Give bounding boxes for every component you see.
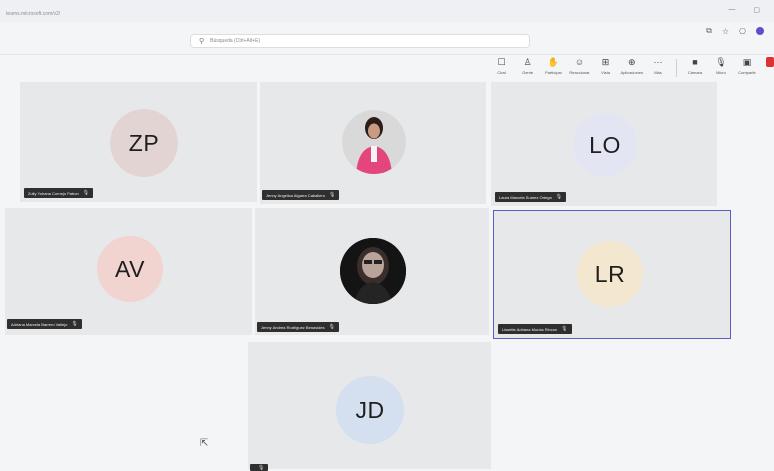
- participant-name: Zully Yohana Cornejo Pabon 🎙: [24, 188, 94, 198]
- participant-tile[interactable]: Jenny Andrea Rodriguez Benavides 🎙: [255, 208, 489, 335]
- raise-hand-icon: ✋: [547, 57, 560, 67]
- search-input[interactable]: [210, 38, 411, 44]
- maximize-button[interactable]: ▢: [753, 6, 760, 14]
- mic-off-icon: 🎙: [82, 190, 90, 196]
- divider: [0, 54, 774, 55]
- search-bar[interactable]: ⚲: [190, 34, 530, 48]
- emoji-icon: ☺: [574, 57, 585, 67]
- participant-photo: [342, 110, 406, 174]
- participant-name: Jenny Andrea Rodriguez Benavides 🎙: [257, 322, 339, 332]
- participant-name: Jenny Angelica Algarra Caballero 🎙: [262, 190, 340, 200]
- camera-icon: ■: [692, 57, 698, 67]
- mic-off-icon: 🎙: [561, 326, 568, 332]
- minimize-button[interactable]: —: [728, 6, 735, 14]
- meeting-toolbar: ☐ Chat ♙ Gente ✋ Participar ☺ Reaccionar ⊞ Vi…: [489, 57, 774, 81]
- share-button[interactable]: ▣ Compartir: [736, 57, 758, 75]
- person-photo-icon: [340, 238, 406, 304]
- mic-icon: 🎙: [715, 57, 727, 67]
- mic-off-icon: 🎙: [555, 194, 563, 200]
- more-icon: ···: [653, 57, 663, 67]
- participant-tile[interactable]: JD 🎙: [248, 342, 491, 471]
- search-icon: ⚲: [199, 38, 205, 45]
- chat-icon: ☐: [497, 57, 506, 67]
- leave-button[interactable]: [766, 57, 774, 67]
- participant-name: Lissette Adriana Murcia Rincon 🎙: [498, 324, 572, 334]
- mic-off-icon: 🎙: [328, 324, 335, 330]
- mic-button[interactable]: 🎙 Micro: [710, 57, 732, 75]
- favorite-icon[interactable]: ☆: [722, 27, 729, 36]
- participant-name: Adriana Marcela Barrero Vallejo 🎙: [7, 319, 82, 329]
- mouse-cursor-icon: ⇱: [200, 438, 209, 449]
- participant-tile[interactable]: LO Laura Marcela Suárez Ortega 🎙: [491, 82, 717, 206]
- avatar: LR: [577, 241, 643, 307]
- apps-button[interactable]: ⊕ Aplicaciones: [621, 57, 643, 75]
- window-controls: — ▢: [728, 6, 760, 14]
- view-button[interactable]: ⊞ Vista: [595, 57, 617, 75]
- person-photo-icon: [342, 110, 406, 174]
- people-icon: ♙: [523, 57, 532, 67]
- view-icon: ⊞: [601, 57, 610, 67]
- avatar: LO: [573, 113, 637, 177]
- address-bar[interactable]: teams.microsoft.com/v2/: [6, 11, 60, 17]
- avatar: ZP: [110, 109, 178, 177]
- participant-tile[interactable]: ZP Zully Yohana Cornejo Pabon 🎙: [20, 82, 257, 202]
- browser-toolbar-icons: ⧉ ☆ ⎔: [706, 26, 764, 36]
- avatar: AV: [97, 236, 163, 302]
- participant-photo: [340, 238, 406, 304]
- extensions-icon[interactable]: ⎔: [739, 27, 746, 36]
- apps-icon: ⊕: [627, 57, 636, 67]
- mic-off-icon: 🎙: [328, 192, 336, 198]
- browser-titlebar: teams.microsoft.com/v2/ — ▢: [0, 0, 774, 22]
- react-button[interactable]: ☺ Reaccionar: [569, 57, 591, 75]
- chat-button[interactable]: ☐ Chat: [491, 57, 513, 75]
- toolbar-separator: [676, 59, 677, 77]
- translate-icon[interactable]: ⧉: [706, 26, 712, 36]
- raise-hand-button[interactable]: ✋ Participar: [543, 57, 565, 75]
- camera-button[interactable]: ■ Cámara: [684, 57, 706, 75]
- people-button[interactable]: ♙ Gente: [517, 57, 539, 75]
- participant-name: Laura Marcela Suárez Ortega 🎙: [495, 192, 567, 202]
- participant-name: 🎙: [250, 464, 269, 471]
- profile-avatar[interactable]: [756, 27, 764, 35]
- share-icon: ▣: [742, 57, 752, 67]
- more-button[interactable]: ··· Más: [647, 57, 669, 75]
- participant-tile[interactable]: AV Adriana Marcela Barrero Vallejo 🎙: [5, 208, 252, 335]
- participant-tile-active-speaker[interactable]: LR Lissette Adriana Murcia Rincon 🎙: [493, 210, 731, 339]
- mic-off-icon: 🎙: [71, 321, 78, 327]
- mic-off-icon: 🎙: [258, 464, 265, 471]
- avatar: JD: [336, 376, 404, 444]
- participant-tile[interactable]: Jenny Angelica Algarra Caballero 🎙: [260, 82, 486, 204]
